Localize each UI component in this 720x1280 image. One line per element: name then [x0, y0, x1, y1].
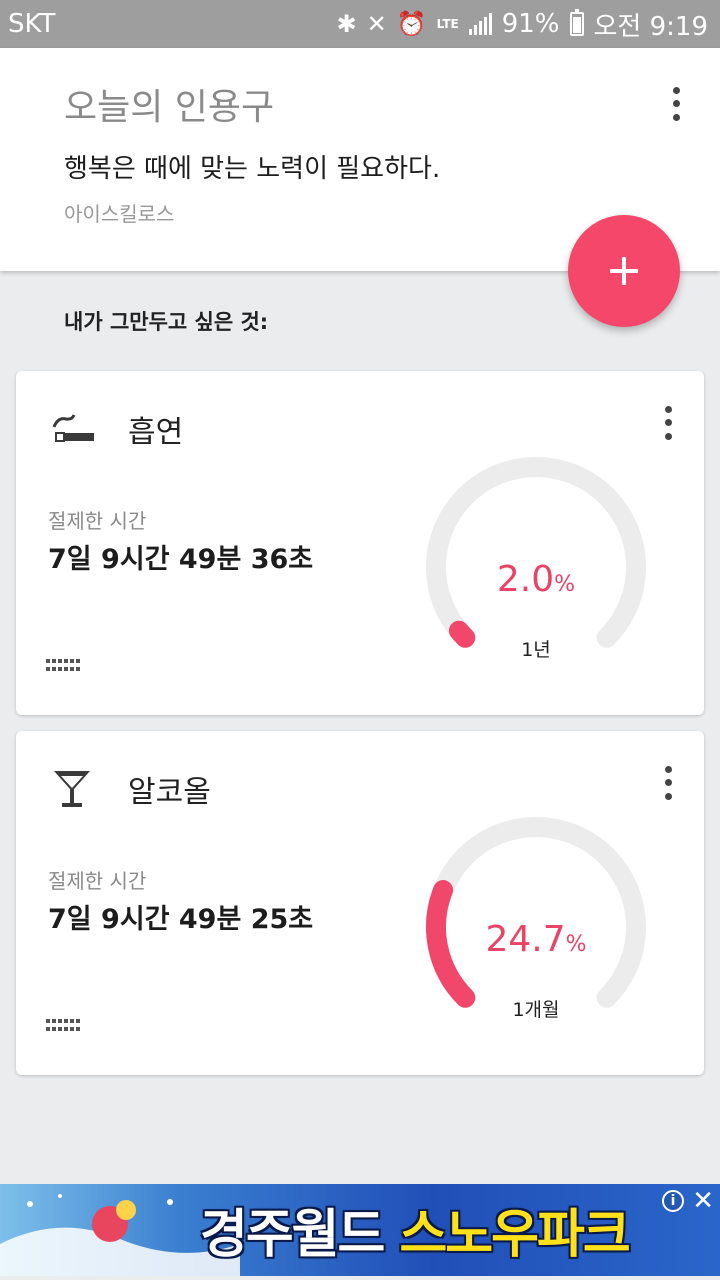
mute-icon: ✕ [366, 10, 387, 38]
abstinence-time: 7일 9시간 49분 25초 [48, 904, 314, 935]
percent-value: 2.0 [496, 559, 555, 600]
quote-more-menu-icon[interactable] [664, 84, 688, 124]
percent-value: 24.7 [485, 919, 566, 960]
percent-unit: % [565, 932, 587, 957]
section-label: 내가 그만두고 싶은 것: [64, 310, 269, 334]
quote-author: 아이스킬로스 [64, 202, 175, 226]
ad-info-icon[interactable]: i [662, 1190, 684, 1212]
quote-text: 행복은 때에 맞는 노력이 필요하다. [64, 154, 441, 184]
battery-icon [569, 9, 584, 36]
goal-period: 1년 [521, 639, 551, 661]
plus-icon [610, 257, 638, 285]
drag-handle-icon[interactable] [46, 1019, 82, 1033]
habit-name: 알코올 [128, 775, 211, 810]
gauge-track [426, 817, 646, 1008]
percent-unit: % [554, 572, 576, 597]
gauge-track [426, 457, 646, 648]
abstinence-time: 7일 9시간 49분 36초 [48, 544, 314, 575]
habit-card-alcohol[interactable]: 알코올 절제한 시간 7일 9시간 49분 25초 24.7% 1개월 [16, 731, 704, 1075]
abstinence-label: 절제한 시간 [48, 509, 147, 533]
ad-banner[interactable]: 경주월드 스노우파크 i ✕ [0, 1184, 720, 1276]
goal-period: 1개월 [512, 999, 560, 1021]
abstinence-label: 절제한 시간 [48, 869, 147, 893]
ad-text-yellow: 스노우파크 [399, 1205, 630, 1265]
drag-handle-icon[interactable] [46, 659, 82, 673]
cigarette-icon [52, 414, 94, 442]
progress-percent: 24.7% [474, 919, 598, 960]
gauge-progress-arc [448, 620, 476, 648]
carrier-label: SKT [8, 9, 56, 39]
habit-more-menu-icon[interactable] [656, 403, 680, 443]
ad-close-icon[interactable]: ✕ [692, 1186, 714, 1216]
status-bar: SKT ✱ ✕ ⏰ LTE 91% 오전 9:19 [0, 0, 720, 48]
quote-title: 오늘의 인용구 [64, 87, 275, 128]
add-habit-button[interactable] [568, 215, 680, 327]
signal-icon [468, 13, 492, 35]
habit-more-menu-icon[interactable] [656, 763, 680, 803]
progress-percent: 2.0% [474, 559, 598, 600]
ad-headline: 경주월드 스노우파크 [200, 1192, 631, 1267]
lte-icon: LTE [436, 17, 459, 31]
bluetooth-icon: ✱ [336, 10, 357, 38]
clock: 오전 9:19 [593, 11, 709, 42]
alarm-icon: ⏰ [396, 10, 427, 38]
habit-name: 흡연 [128, 415, 184, 450]
status-icons: ✱ ✕ ⏰ LTE 91% 오전 9:19 [337, 6, 708, 43]
cocktail-glass-icon [54, 771, 90, 807]
gauge-progress-arc [426, 880, 476, 1008]
battery-percent: 91% [501, 9, 560, 39]
habit-card-smoking[interactable]: 흡연 절제한 시간 7일 9시간 49분 36초 2.0% 1년 [16, 371, 704, 715]
ad-text-white: 경주월드 [200, 1205, 400, 1265]
